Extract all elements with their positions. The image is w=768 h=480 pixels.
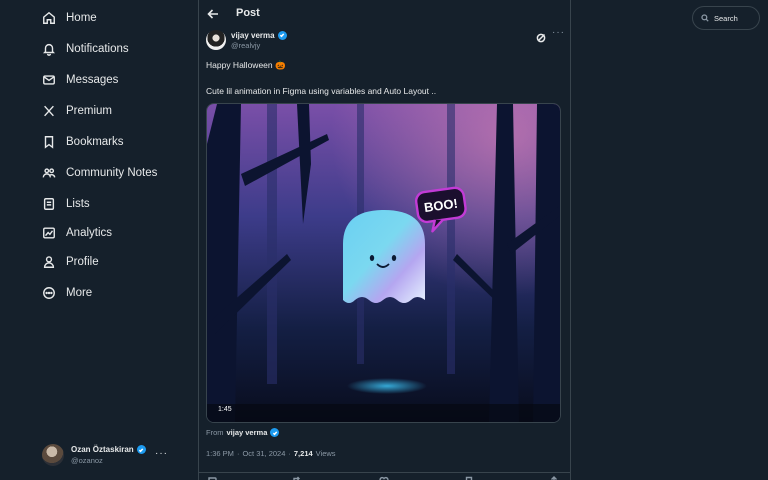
video-duration: 1:45 bbox=[218, 406, 232, 413]
share-button[interactable] bbox=[549, 476, 559, 480]
verified-badge-icon bbox=[136, 445, 146, 454]
nav-community-notes[interactable]: Community Notes bbox=[42, 162, 157, 184]
repost-button[interactable] bbox=[292, 476, 306, 480]
nav-notifications-label: Notifications bbox=[66, 43, 129, 55]
share-icon bbox=[551, 476, 557, 480]
verified-badge-icon bbox=[277, 30, 287, 40]
halloween-ghost-animation: BOO! bbox=[207, 104, 560, 422]
nav-profile[interactable]: Profile bbox=[42, 251, 99, 273]
envelope-icon bbox=[42, 73, 56, 87]
author-handle[interactable]: @realvjy bbox=[231, 41, 287, 50]
nav-premium-label: Premium bbox=[66, 105, 113, 117]
home-icon bbox=[42, 11, 56, 25]
author-name[interactable]: vijay verma bbox=[231, 31, 275, 40]
post-text-line-1: Happy Halloween 🎃 bbox=[206, 60, 286, 70]
author-avatar[interactable] bbox=[206, 30, 226, 50]
chart-icon bbox=[42, 226, 56, 240]
post-header: Post bbox=[199, 0, 570, 26]
post-time[interactable]: 1:36 PM bbox=[206, 449, 234, 458]
nav-messages[interactable]: Messages bbox=[42, 69, 118, 91]
search-box[interactable] bbox=[692, 6, 760, 30]
post-more-icon[interactable]: ··· bbox=[552, 27, 565, 38]
views-count: 7,214 bbox=[293, 449, 313, 458]
post-actions bbox=[199, 472, 570, 480]
nav-home[interactable]: Home bbox=[42, 7, 97, 29]
left-navigation: Home Notifications Messages Premium Book… bbox=[0, 0, 198, 480]
post-date[interactable]: Oct 31, 2024 bbox=[242, 449, 285, 458]
bookmark-button[interactable] bbox=[464, 476, 478, 480]
nav-community-notes-label: Community Notes bbox=[66, 167, 158, 179]
nav-more[interactable]: More bbox=[42, 282, 92, 304]
post-text-line-2: Cute lil animation in Figma using variab… bbox=[206, 86, 437, 96]
post-author[interactable]: vijay verma @realvjy bbox=[206, 30, 287, 50]
more-circle-icon bbox=[42, 286, 56, 300]
people-icon bbox=[42, 166, 56, 180]
from-author-link[interactable]: vijay verma bbox=[227, 428, 268, 437]
nav-lists-label: Lists bbox=[66, 198, 90, 210]
account-more-icon[interactable]: ··· bbox=[155, 448, 168, 459]
reply-icon bbox=[208, 477, 217, 480]
post-video[interactable]: BOO! 1:45 bbox=[206, 103, 561, 423]
column-divider-right bbox=[570, 0, 571, 480]
account-handle: @ozanoz bbox=[71, 456, 103, 465]
list-icon bbox=[42, 197, 56, 211]
nav-notifications[interactable]: Notifications bbox=[42, 38, 129, 60]
views-label: Views bbox=[315, 449, 336, 458]
like-button[interactable] bbox=[379, 476, 393, 480]
search-icon bbox=[701, 14, 709, 22]
nav-premium[interactable]: Premium bbox=[42, 100, 112, 122]
repost-icon bbox=[293, 476, 300, 480]
account-name: Ozan Öztaskiran bbox=[71, 445, 134, 454]
bookmark-icon bbox=[42, 135, 56, 149]
reply-button[interactable] bbox=[207, 476, 221, 480]
account-switcher[interactable]: Ozan Öztaskiran @ozanoz ··· bbox=[42, 444, 182, 466]
bell-icon bbox=[42, 42, 56, 56]
person-icon bbox=[42, 255, 56, 269]
post-metadata: 1:36 PM · Oct 31, 2024 · 7,214 Views bbox=[206, 449, 336, 458]
video-attribution: From vijay verma bbox=[206, 428, 280, 437]
nav-bookmarks[interactable]: Bookmarks bbox=[42, 131, 124, 153]
from-label: From bbox=[206, 428, 224, 437]
nav-analytics[interactable]: Analytics bbox=[42, 222, 112, 244]
nav-messages-label: Messages bbox=[66, 74, 119, 86]
verified-badge-icon bbox=[270, 428, 280, 437]
nav-more-label: More bbox=[66, 287, 93, 299]
post-column: Post vijay verma @realvjy ··· Happy Hall… bbox=[199, 0, 570, 480]
nav-analytics-label: Analytics bbox=[66, 227, 113, 239]
grok-icon[interactable] bbox=[536, 30, 546, 43]
account-info: Ozan Öztaskiran @ozanoz bbox=[71, 445, 146, 465]
account-avatar bbox=[42, 444, 64, 466]
bookmark-icon bbox=[465, 476, 473, 480]
x-logo-icon bbox=[42, 104, 56, 118]
search-input[interactable] bbox=[714, 13, 758, 23]
heart-icon bbox=[379, 476, 389, 480]
nav-profile-label: Profile bbox=[66, 256, 99, 268]
back-arrow-icon[interactable] bbox=[207, 7, 219, 19]
nav-lists[interactable]: Lists bbox=[42, 193, 90, 215]
nav-home-label: Home bbox=[66, 12, 97, 24]
page-title: Post bbox=[236, 7, 260, 19]
nav-bookmarks-label: Bookmarks bbox=[66, 136, 124, 148]
